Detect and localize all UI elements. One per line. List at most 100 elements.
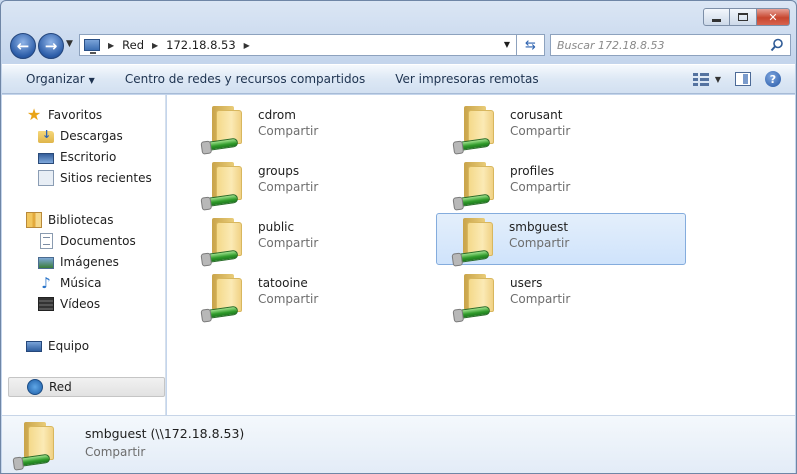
back-button[interactable]: ← <box>10 33 36 59</box>
share-name: cdrom <box>258 108 296 122</box>
address-bar[interactable]: ▶ Red ▶ 172.18.8.53 ▶ ▼ <box>79 34 517 56</box>
explorer-window: ✕ ← → ▼ ▶ Red ▶ 172.18.8.53 ▶ ▼ ⇆ Buscar… <box>0 0 797 474</box>
sidebar-item-recent-places[interactable]: Sitios recientes <box>38 168 152 188</box>
share-type: Compartir <box>510 124 571 138</box>
share-type: Compartir <box>510 180 571 194</box>
share-item-groups[interactable]: groups Compartir <box>185 157 435 209</box>
recent-pages-dropdown[interactable]: ▼ <box>66 39 73 49</box>
sidebar-item-label: Documentos <box>60 234 136 248</box>
refresh-icon: ⇆ <box>525 37 536 53</box>
details-title: smbguest (\\172.18.8.53) <box>85 426 245 441</box>
search-input[interactable]: Buscar 172.18.8.53 <box>550 34 791 56</box>
share-type: Compartir <box>258 180 319 194</box>
sidebar-item-label: Red <box>49 380 72 394</box>
share-name: tatooine <box>258 276 308 290</box>
shared-folder-icon <box>454 272 502 320</box>
sidebar-item-label: Equipo <box>48 339 90 353</box>
film-strip-icon <box>38 297 54 311</box>
sidebar-item-videos[interactable]: Vídeos <box>38 294 100 314</box>
sidebar-item-network[interactable]: Red <box>8 377 165 397</box>
shared-folder-icon <box>454 104 502 152</box>
sidebar-item-label: Bibliotecas <box>48 213 114 227</box>
share-item-public[interactable]: public Compartir <box>185 213 435 265</box>
sidebar-item-libraries[interactable]: Bibliotecas <box>26 210 113 230</box>
details-pane: smbguest (\\172.18.8.53) Compartir <box>2 415 795 473</box>
share-item-cdrom[interactable]: cdrom Compartir <box>185 101 435 153</box>
sidebar-item-label: Escritorio <box>60 150 117 164</box>
shared-folder-icon <box>14 420 62 468</box>
preview-pane-icon[interactable] <box>735 72 751 86</box>
network-computer-icon <box>84 39 100 54</box>
network-globe-icon <box>27 379 43 395</box>
search-placeholder: Buscar 172.18.8.53 <box>557 38 665 52</box>
sidebar-item-computer[interactable]: Equipo <box>26 336 89 356</box>
computer-icon <box>26 341 42 352</box>
share-name: groups <box>258 164 300 178</box>
breadcrumb-separator-icon[interactable]: ▶ <box>244 41 250 50</box>
sidebar-item-favorites[interactable]: ★ Favoritos <box>26 105 102 125</box>
sidebar-item-label: Imágenes <box>60 255 119 269</box>
change-view-icon[interactable] <box>692 73 709 86</box>
close-icon: ✕ <box>768 10 778 24</box>
share-name: public <box>258 220 295 234</box>
organize-label: Organizar <box>26 72 85 86</box>
share-item-users[interactable]: users Compartir <box>437 269 687 321</box>
navigation-pane: ★ Favoritos Descargas Escritorio Sitios … <box>2 95 166 415</box>
recent-places-icon <box>38 170 54 186</box>
refresh-button[interactable]: ⇆ <box>517 34 545 56</box>
address-history-dropdown-icon[interactable]: ▼ <box>504 40 510 49</box>
star-icon: ★ <box>26 105 42 124</box>
sidebar-item-desktop[interactable]: Escritorio <box>38 147 116 167</box>
share-name: users <box>510 276 543 290</box>
minimize-icon <box>712 18 721 22</box>
sidebar-item-label: Vídeos <box>60 297 101 311</box>
share-item-profiles[interactable]: profiles Compartir <box>437 157 687 209</box>
shared-folder-icon <box>202 104 250 152</box>
sidebar-item-downloads[interactable]: Descargas <box>38 126 123 146</box>
shared-folder-icon <box>453 216 501 264</box>
help-icon[interactable]: ? <box>765 71 781 87</box>
views-dropdown-icon[interactable]: ▼ <box>715 75 721 84</box>
minimize-button[interactable] <box>703 8 730 26</box>
share-name: corusant <box>510 108 563 122</box>
sidebar-item-label: Música <box>60 276 102 290</box>
shared-folder-icon <box>202 272 250 320</box>
share-item-corusant[interactable]: corusant Compartir <box>437 101 687 153</box>
maximize-button[interactable] <box>730 8 757 26</box>
share-type: Compartir <box>510 292 571 306</box>
downloads-folder-icon <box>38 128 54 143</box>
pictures-icon <box>38 257 54 269</box>
breadcrumb-network[interactable]: Red <box>122 38 144 52</box>
sidebar-item-label: Favoritos <box>48 108 103 122</box>
documents-icon <box>40 233 53 249</box>
network-center-button[interactable]: Centro de redes y recursos compartidos <box>110 72 380 86</box>
maximize-icon <box>738 13 748 21</box>
shared-folder-icon <box>202 216 250 264</box>
details-type: Compartir <box>85 445 146 459</box>
sidebar-item-documents[interactable]: Documentos <box>38 231 136 251</box>
command-bar-right: ▼ ? <box>692 71 781 87</box>
share-item-tatooine[interactable]: tatooine Compartir <box>185 269 435 321</box>
shared-folder-icon <box>454 160 502 208</box>
sidebar-item-music[interactable]: ♪ Música <box>38 273 102 293</box>
sidebar-item-pictures[interactable]: Imágenes <box>38 252 119 272</box>
breadcrumb-host[interactable]: 172.18.8.53 <box>166 38 236 52</box>
sidebar-item-label: Descargas <box>60 129 123 143</box>
share-name: profiles <box>510 164 555 178</box>
chevron-down-icon: ▼ <box>66 39 73 49</box>
share-type: Compartir <box>509 236 570 250</box>
share-name: smbguest <box>509 220 569 234</box>
libraries-icon <box>26 212 42 228</box>
shared-folder-icon <box>202 160 250 208</box>
breadcrumb-separator-icon[interactable]: ▶ <box>152 41 158 50</box>
breadcrumb-separator-icon[interactable]: ▶ <box>108 41 114 50</box>
organize-menu[interactable]: Organizar ▼ <box>2 72 110 86</box>
share-item-smbguest[interactable]: smbguest Compartir <box>436 213 686 265</box>
chevron-down-icon: ▼ <box>88 76 95 85</box>
close-button[interactable]: ✕ <box>757 8 790 26</box>
forward-button[interactable]: → <box>38 33 64 59</box>
search-icon[interactable] <box>770 38 784 52</box>
remote-printers-button[interactable]: Ver impresoras remotas <box>380 72 553 86</box>
music-note-icon: ♪ <box>41 274 51 292</box>
file-list: cdrom Compartir corusant Compartir groups C… <box>167 95 795 415</box>
